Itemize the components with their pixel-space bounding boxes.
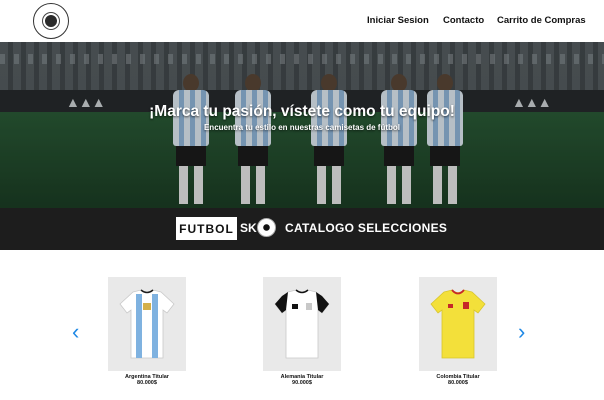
hero-title: ¡Marca tu pasión, vístete como tu equipo… [149, 103, 455, 120]
nav-contacto[interactable]: Contacto [443, 15, 484, 26]
product-image[interactable] [263, 277, 341, 371]
catalog-header-bar: FUTBOL SK CATALOGO SELECCIONES [0, 208, 604, 250]
jersey-colombia-icon [430, 289, 486, 359]
chevron-right-icon[interactable]: › [518, 321, 525, 343]
catalog-title: CATALOGO SELECCIONES [285, 221, 448, 235]
product-price: 80.000$ [137, 380, 157, 386]
jersey-argentina-icon [119, 289, 175, 359]
product-card[interactable]: Argentina Titular 80.000$ [108, 277, 186, 386]
brand-suffix: SK [240, 221, 257, 235]
product-price: 80.000$ [448, 380, 468, 386]
hero-subtitle: Encuentra tu estilo en nuestras camiseta… [203, 123, 401, 132]
product-price: 90.000$ [292, 380, 312, 386]
product-image[interactable] [419, 277, 497, 371]
hero-banner: ▲▲▲ ▲▲▲ ¡Marca tu pasión, vístete como t… [0, 42, 604, 208]
nav-carrito-de-compras[interactable]: Carrito de Compras [497, 15, 586, 26]
product-card[interactable]: Alemania Titular 90.000$ [263, 277, 341, 386]
product-image[interactable] [108, 277, 186, 371]
club-logo-icon[interactable] [33, 3, 69, 39]
jersey-germany-icon [274, 289, 330, 359]
soccer-ball-icon [257, 218, 276, 237]
brand-logo-box: FUTBOL [176, 217, 237, 240]
chevron-left-icon[interactable]: ‹ [72, 321, 79, 343]
nav-iniciar-sesion[interactable]: Iniciar Sesion [367, 15, 429, 26]
top-navigation-bar: Iniciar Sesion Contacto Carrito de Compr… [0, 0, 604, 42]
product-card[interactable]: Colombia Titular 80.000$ [419, 277, 497, 386]
